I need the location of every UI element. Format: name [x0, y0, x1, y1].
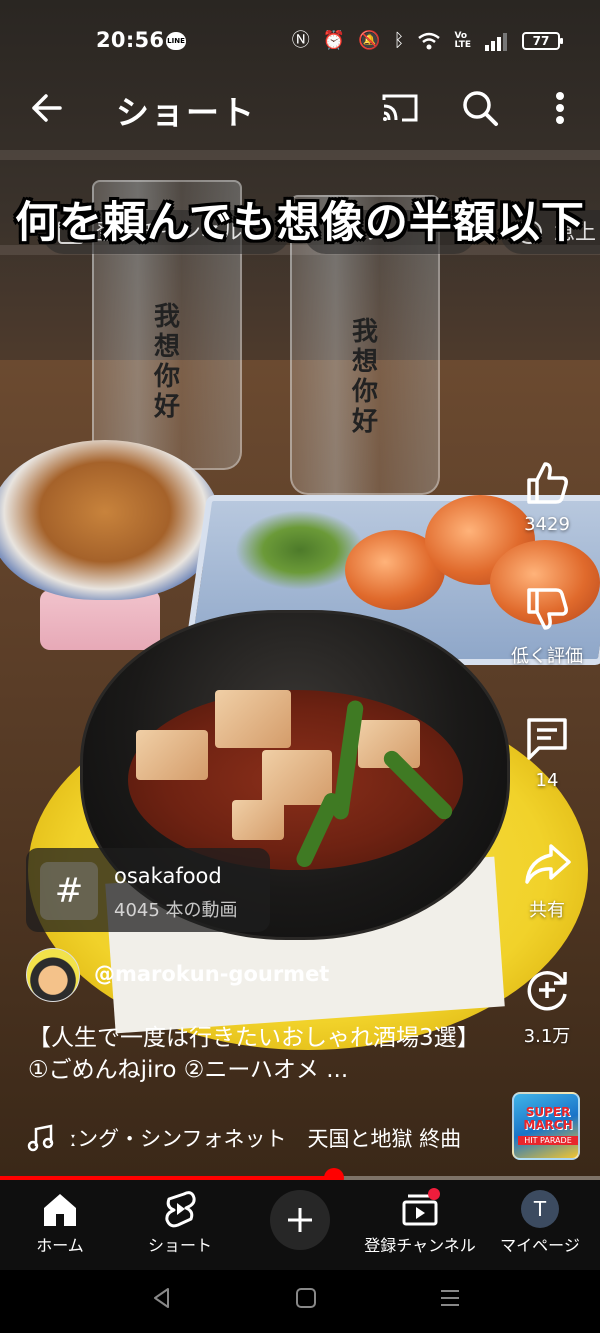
hashtag-name: osakafood [114, 864, 222, 888]
search-button[interactable] [458, 86, 502, 130]
mute-icon: 🔕 [358, 30, 381, 51]
music-note-icon [27, 1124, 54, 1152]
bluetooth-icon: ᛒ [393, 30, 405, 51]
nav-subscriptions[interactable]: 登録チャンネル [360, 1188, 480, 1256]
line-icon: LINE [166, 32, 186, 50]
signal-icon [485, 33, 507, 51]
nav-shorts-label: ショート [147, 1236, 212, 1255]
system-nav-bar [0, 1270, 600, 1333]
dislike-button[interactable]: 低く評価 [508, 586, 586, 668]
sound-row[interactable]: ːング・シンフォネット 天国と地獄 終曲 [26, 1120, 496, 1156]
tofu [262, 750, 332, 805]
comment-icon [527, 718, 567, 760]
comment-count: 14 [535, 770, 559, 791]
cast-button[interactable] [380, 90, 420, 126]
shelf [0, 150, 600, 160]
battery-icon: 77 [522, 32, 563, 50]
sound-thumb-sub: HIT PARADE [518, 1136, 578, 1145]
hashtag-video-count: 4045 本の動画 [114, 900, 238, 921]
tofu [136, 730, 208, 780]
dislike-label: 低く評価 [511, 646, 583, 667]
comments-button[interactable]: 14 [508, 714, 586, 791]
tofu [215, 690, 291, 748]
glass-text: 我想你好 [351, 317, 378, 437]
sound-thumbnail[interactable]: SUPER MARCH HIT PARADE [512, 1092, 580, 1160]
cast-icon [382, 94, 418, 122]
plus-icon [288, 1208, 312, 1232]
sound-title: ːング・シンフォネット 天国と地獄 終曲 [70, 1127, 462, 1151]
app-bar: ショート [0, 78, 600, 138]
video-caption: 何を頼んでも想像の半額以下 [15, 198, 585, 248]
like-count: 3429 [524, 514, 570, 535]
alarm-icon: ⏰ [322, 30, 346, 51]
bottom-nav: ホーム ショート 登録チャンネル T マイページ [0, 1180, 600, 1270]
search-icon [463, 91, 498, 126]
like-button[interactable]: 3429 [508, 458, 586, 535]
thumbs-down-icon [527, 588, 568, 630]
remix-icon [527, 971, 567, 1011]
notification-dot [428, 1188, 440, 1200]
tofu [232, 800, 284, 840]
wifi-icon [418, 32, 441, 50]
status-icons: Ⓝ ⏰ 🔕 ᛒ Vo LTE [292, 28, 508, 54]
nav-you[interactable]: T マイページ [480, 1190, 600, 1256]
status-bar: 20:56 LINE Ⓝ ⏰ 🔕 ᛒ Vo LTE 77 [0, 22, 600, 58]
nav-subscriptions-label: 登録チャンネル [364, 1236, 476, 1255]
user-avatar: T [521, 1190, 559, 1228]
noodle-bowl [0, 440, 220, 600]
hashtag-card[interactable]: # osakafood 4045 本の動画 [26, 848, 270, 932]
recents-menu-icon[interactable] [438, 1286, 462, 1310]
remix-button[interactable]: 3.1万 [508, 966, 586, 1048]
back-triangle-icon[interactable] [150, 1286, 174, 1310]
share-icon [525, 844, 571, 884]
home-icon [44, 1194, 76, 1226]
page-title: ショート [116, 93, 256, 132]
sound-thumb-title: SUPER MARCH [523, 1105, 573, 1132]
channel-handle[interactable]: @marokun-gourmet [94, 962, 329, 986]
hashtag-icon: # [40, 862, 98, 920]
back-arrow-icon [32, 94, 62, 122]
nav-home-label: ホーム [36, 1236, 84, 1255]
remix-count: 3.1万 [523, 1026, 571, 1047]
more-vert-icon [556, 92, 564, 124]
nav-shorts[interactable]: ショート [120, 1190, 240, 1256]
home-square-icon[interactable] [294, 1286, 318, 1310]
channel-avatar[interactable] [26, 948, 80, 1002]
video-description[interactable]: 【人生で一度は行きたいおしゃれ酒場3選】 ①ごめんねjiro ②ニーハオメ ..… [28, 1022, 498, 1086]
shorts-icon [165, 1191, 196, 1228]
share-button[interactable]: 共有 [508, 840, 586, 922]
share-label: 共有 [529, 900, 565, 921]
volte-icon: Vo LTE [454, 31, 471, 50]
create-button[interactable] [270, 1190, 330, 1250]
clock: 20:56 [96, 28, 165, 52]
back-button[interactable] [26, 88, 70, 128]
nav-you-label: マイページ [500, 1236, 580, 1255]
more-options-button[interactable] [540, 86, 580, 130]
thumbs-up-icon [527, 462, 568, 504]
nav-home[interactable]: ホーム [0, 1190, 120, 1256]
glass-text: 我想你好 [153, 302, 180, 422]
nfc-icon: Ⓝ [291, 30, 310, 51]
